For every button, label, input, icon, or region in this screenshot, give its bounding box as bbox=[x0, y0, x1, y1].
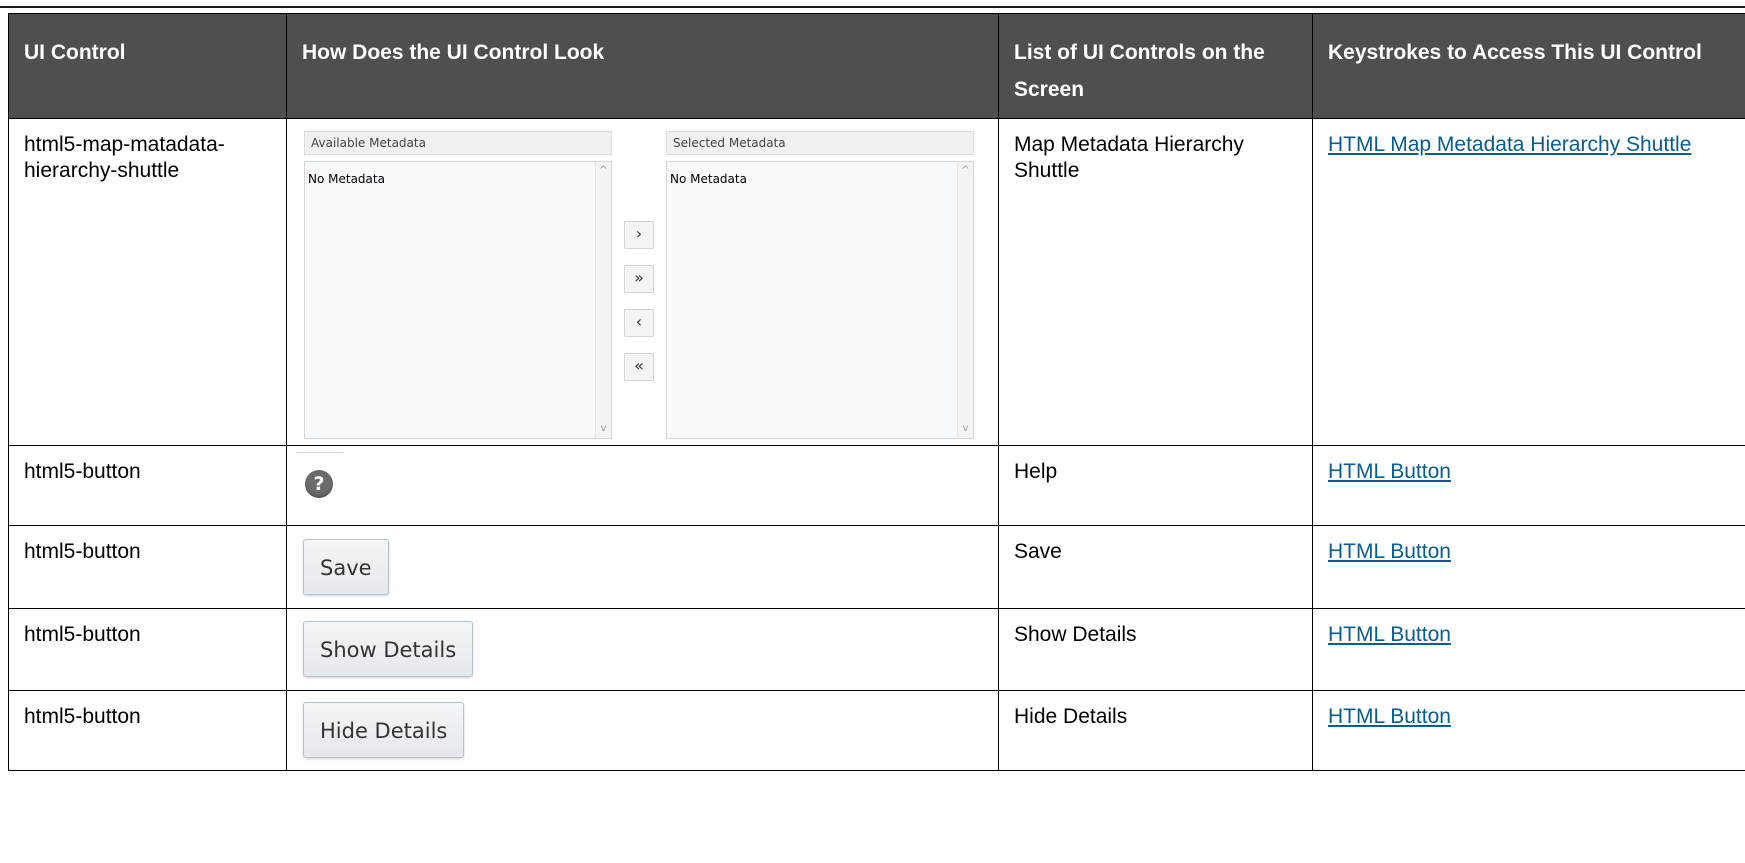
show-details-button[interactable]: Show Details bbox=[303, 621, 474, 677]
keystrokes-link[interactable]: HTML Button bbox=[1328, 540, 1451, 563]
controls-on-screen-cell: Map Metadata Hierarchy Shuttle bbox=[998, 118, 1313, 446]
controls-on-screen-cell: Show Details bbox=[998, 608, 1313, 691]
ui-control-cell: html5-button bbox=[8, 608, 287, 691]
scroll-down-icon[interactable]: v bbox=[596, 422, 611, 436]
ui-control-cell: html5-button bbox=[8, 445, 287, 526]
keystrokes-cell: HTML Button bbox=[1312, 608, 1745, 691]
ui-control-cell: html5-map-matadata-hierarchy-shuttle bbox=[8, 118, 287, 446]
controls-on-screen-cell: Help bbox=[998, 445, 1313, 526]
hide-details-button[interactable]: Hide Details bbox=[303, 702, 465, 758]
keystrokes-link[interactable]: HTML Button bbox=[1328, 460, 1451, 483]
selected-metadata-list[interactable]: No Metadata ^ v bbox=[666, 161, 974, 439]
keystrokes-cell: HTML Map Metadata Hierarchy Shuttle bbox=[1312, 118, 1745, 446]
look-cell: Hide Details bbox=[286, 690, 999, 771]
keystrokes-cell: HTML Button bbox=[1312, 445, 1745, 526]
available-metadata-label: Available Metadata bbox=[304, 131, 612, 155]
table-row: html5-button ? Help HTML Button bbox=[8, 445, 1745, 526]
controls-on-screen-cell: Hide Details bbox=[998, 690, 1313, 771]
available-scrollbar[interactable]: ^ v bbox=[595, 162, 611, 438]
metadata-shuttle: Available Metadata No Metadata ^ v › » ‹… bbox=[304, 131, 976, 441]
header-keystrokes: Keystrokes to Access This UI Control bbox=[1312, 13, 1745, 119]
table-row: html5-map-matadata-hierarchy-shuttle Ava… bbox=[8, 118, 1745, 446]
ui-controls-table: UI Control How Does the UI Control Look … bbox=[8, 13, 1745, 771]
keystrokes-link[interactable]: HTML Button bbox=[1328, 705, 1451, 728]
look-cell: Save bbox=[286, 525, 999, 609]
look-cell: Available Metadata No Metadata ^ v › » ‹… bbox=[286, 118, 999, 446]
move-one-right-button[interactable]: › bbox=[624, 221, 654, 249]
table-header-row: UI Control How Does the UI Control Look … bbox=[8, 13, 1745, 119]
ui-control-cell: html5-button bbox=[8, 525, 287, 609]
scroll-up-icon[interactable]: ^ bbox=[596, 164, 611, 178]
move-all-right-button[interactable]: » bbox=[624, 265, 654, 293]
available-empty-text: No Metadata bbox=[308, 172, 385, 186]
table-row: html5-button Hide Details Hide Details H… bbox=[8, 690, 1745, 771]
selected-scrollbar[interactable]: ^ v bbox=[957, 162, 973, 438]
controls-on-screen-cell: Save bbox=[998, 525, 1313, 609]
move-all-left-button[interactable]: « bbox=[624, 353, 654, 381]
table-row: html5-button Save Save HTML Button bbox=[8, 525, 1745, 609]
scroll-down-icon[interactable]: v bbox=[958, 422, 973, 436]
help-icon[interactable]: ? bbox=[305, 470, 333, 498]
ui-control-cell: html5-button bbox=[8, 690, 287, 771]
header-controls-on-screen: List of UI Controls on the Screen bbox=[998, 13, 1313, 119]
keystrokes-cell: HTML Button bbox=[1312, 525, 1745, 609]
save-button[interactable]: Save bbox=[303, 539, 389, 595]
selected-empty-text: No Metadata bbox=[670, 172, 747, 186]
keystrokes-link[interactable]: HTML Button bbox=[1328, 623, 1451, 646]
look-cell: ? bbox=[286, 445, 999, 526]
move-one-left-button[interactable]: ‹ bbox=[624, 309, 654, 337]
look-cell: Show Details bbox=[286, 608, 999, 691]
header-ui-control: UI Control bbox=[8, 13, 287, 119]
keystrokes-link[interactable]: HTML Map Metadata Hierarchy Shuttle bbox=[1328, 133, 1691, 156]
available-metadata-list[interactable]: No Metadata ^ v bbox=[304, 161, 612, 439]
keystrokes-cell: HTML Button bbox=[1312, 690, 1745, 771]
selected-metadata-label: Selected Metadata bbox=[666, 131, 974, 155]
top-rule bbox=[0, 6, 1745, 8]
scroll-up-icon[interactable]: ^ bbox=[958, 164, 973, 178]
header-look: How Does the UI Control Look bbox=[286, 13, 999, 119]
table-row: html5-button Show Details Show Details H… bbox=[8, 608, 1745, 691]
divider bbox=[297, 452, 343, 453]
